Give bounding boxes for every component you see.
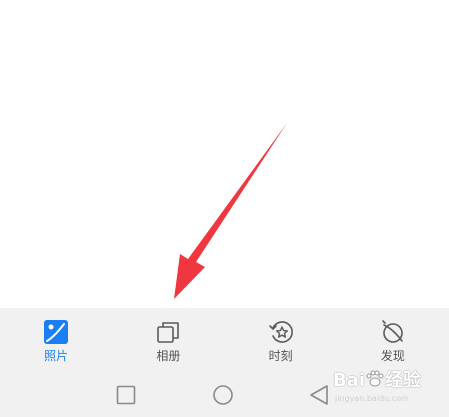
annotation-arrow (174, 123, 287, 299)
watermark-brand-text: Bai (333, 370, 366, 391)
annotation-arrow-shape (174, 123, 287, 299)
tab-photos-label: 照片 (44, 349, 69, 363)
watermark: Bai 经验 jingyan.baidu.com (333, 362, 449, 412)
tab-albums[interactable]: 相册 (112, 308, 224, 372)
circle-icon (213, 385, 233, 405)
square-icon (116, 385, 136, 405)
albums-icon (157, 322, 180, 343)
triangle-back-icon (310, 385, 328, 405)
moments-icon (268, 321, 293, 343)
home-button[interactable] (212, 384, 234, 406)
tab-moments[interactable]: 时刻 (225, 308, 337, 372)
watermark-suffix: 经验 (385, 370, 422, 391)
photo-icon (44, 320, 69, 344)
discover-icon (382, 320, 403, 343)
tab-moments-label: 时刻 (268, 349, 293, 363)
watermark-url: jingyan.baidu.com (335, 394, 409, 403)
tab-photos[interactable]: 照片 (0, 308, 112, 372)
recents-button[interactable] (115, 384, 137, 406)
paw-icon (366, 370, 384, 387)
watermark-brand: Bai 经验 (333, 366, 421, 392)
back-button[interactable] (308, 384, 330, 406)
tab-albums-label: 相册 (156, 349, 181, 363)
